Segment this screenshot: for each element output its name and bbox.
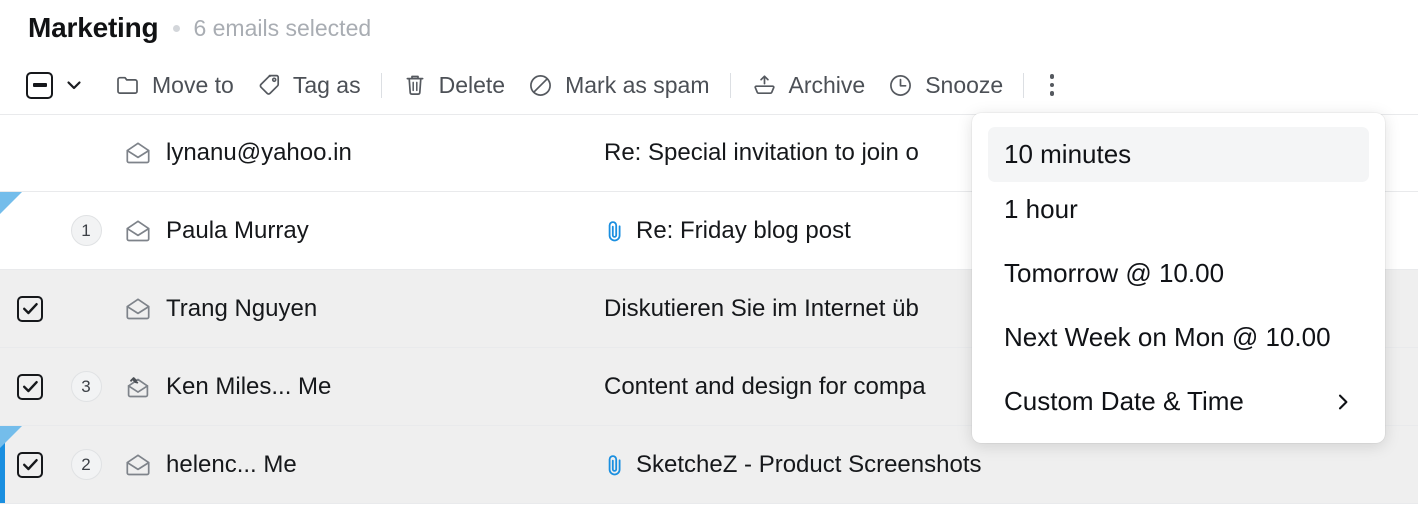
thread-count-cell: 1 xyxy=(60,215,112,246)
envelope-open-icon xyxy=(112,450,164,480)
snooze-option-label: Custom Date & Time xyxy=(1004,386,1244,416)
trash-icon xyxy=(402,72,428,98)
snooze-option-label: Next Week on Mon @ 10.00 xyxy=(1004,322,1331,352)
delete-label: Delete xyxy=(438,71,506,98)
subject-text: SketcheZ - Product Screenshots xyxy=(636,450,982,478)
subject-text: Re: Friday blog post xyxy=(636,216,851,244)
mark-as-spam-label: Mark as spam xyxy=(565,71,710,98)
sender-name: Trang Nguyen xyxy=(166,294,318,322)
thread-count-badge: 1 xyxy=(70,215,102,246)
snooze-option-10-minutes[interactable]: 10 minutes xyxy=(988,127,1369,182)
thread-count-cell: 3 xyxy=(60,371,112,402)
mark-as-spam-button[interactable]: Mark as spam xyxy=(516,68,720,103)
archive-icon xyxy=(751,72,778,99)
subject-text: Content and design for compa xyxy=(604,372,926,400)
subject-cell: SketcheZ - Product Screenshots xyxy=(604,451,1418,479)
row-checkbox[interactable] xyxy=(17,373,43,400)
toolbar-divider xyxy=(729,72,731,98)
no-entry-icon xyxy=(527,72,554,99)
thread-count-badge: 2 xyxy=(70,449,102,480)
subject-text: Re: Special invitation to join o xyxy=(604,139,919,166)
snooze-button[interactable]: Snooze xyxy=(876,68,1014,103)
tag-icon xyxy=(256,72,282,98)
menu-spacer xyxy=(972,365,1385,374)
kebab-menu-icon[interactable] xyxy=(1037,70,1067,100)
attachment-icon xyxy=(604,452,626,478)
envelope-open-icon xyxy=(112,294,164,324)
envelope-open-icon xyxy=(112,216,164,246)
row-checkbox-cell xyxy=(0,373,60,400)
select-all-dropdown-button[interactable] xyxy=(64,75,84,95)
move-to-button[interactable]: Move to xyxy=(104,68,245,102)
row-checkbox-cell xyxy=(0,451,60,478)
snooze-option-label: 1 hour xyxy=(1004,194,1078,224)
row-checkbox[interactable] xyxy=(17,295,43,322)
snooze-option-custom-date-time[interactable]: Custom Date & Time xyxy=(988,374,1369,429)
snooze-option-1-hour[interactable]: 1 hour xyxy=(988,182,1369,237)
clock-icon xyxy=(887,72,914,99)
row-checkbox-cell xyxy=(0,295,60,322)
thread-count-badge: 3 xyxy=(70,371,102,402)
select-all-checkbox[interactable] xyxy=(26,71,53,99)
dot-separator-icon xyxy=(173,24,181,32)
snooze-label: Snooze xyxy=(925,71,1004,98)
sender-name: helenc... Me xyxy=(166,450,297,478)
archive-button[interactable]: Archive xyxy=(740,68,877,103)
checkmark-icon xyxy=(22,381,38,393)
chevron-right-icon xyxy=(1333,392,1353,412)
envelope-reply-icon xyxy=(112,372,164,402)
sender-name: Ken Miles... Me xyxy=(166,372,332,400)
sender-name: lynanu@yahoo.in xyxy=(166,139,352,166)
snooze-dropdown-menu: 10 minutes 1 hour Tomorrow @ 10.00 Next … xyxy=(972,113,1385,443)
move-to-label: Move to xyxy=(152,71,234,98)
checkmark-icon xyxy=(22,303,38,315)
toolbar-divider xyxy=(380,72,382,98)
attachment-icon xyxy=(604,218,626,244)
tag-as-button[interactable]: Tag as xyxy=(245,68,372,102)
snooze-option-next-week[interactable]: Next Week on Mon @ 10.00 xyxy=(988,310,1369,365)
delete-button[interactable]: Delete xyxy=(391,68,516,102)
flag-corner-icon xyxy=(0,192,22,214)
sender-name: Paula Murray xyxy=(166,216,309,244)
checkmark-icon xyxy=(22,459,38,471)
selection-count-label: 6 emails selected xyxy=(193,14,372,41)
chevron-down-icon xyxy=(67,81,81,90)
envelope-open-icon xyxy=(112,138,164,168)
snooze-option-label: 10 minutes xyxy=(1004,139,1132,169)
snooze-option-label: Tomorrow @ 10.00 xyxy=(1004,258,1225,288)
menu-spacer xyxy=(972,301,1385,310)
toolbar-divider xyxy=(1023,72,1025,98)
indeterminate-checkbox-icon xyxy=(32,83,47,87)
bulk-actions-toolbar: Move to Tag as Delete Mark as spam Archi… xyxy=(0,56,1418,114)
menu-spacer xyxy=(972,237,1385,246)
archive-label: Archive xyxy=(788,71,866,98)
subject-text: Diskutieren Sie im Internet üb xyxy=(604,294,919,322)
email-client-screen: Marketing 6 emails selected Move to Tag … xyxy=(0,0,1418,506)
list-header: Marketing 6 emails selected xyxy=(0,0,1418,56)
thread-count-cell: 2 xyxy=(60,449,112,480)
snooze-option-tomorrow[interactable]: Tomorrow @ 10.00 xyxy=(988,246,1369,301)
tag-as-label: Tag as xyxy=(292,71,361,98)
page-title: Marketing xyxy=(28,12,159,43)
flag-corner-icon xyxy=(0,426,22,448)
folder-icon xyxy=(115,72,141,98)
row-checkbox[interactable] xyxy=(17,451,43,478)
